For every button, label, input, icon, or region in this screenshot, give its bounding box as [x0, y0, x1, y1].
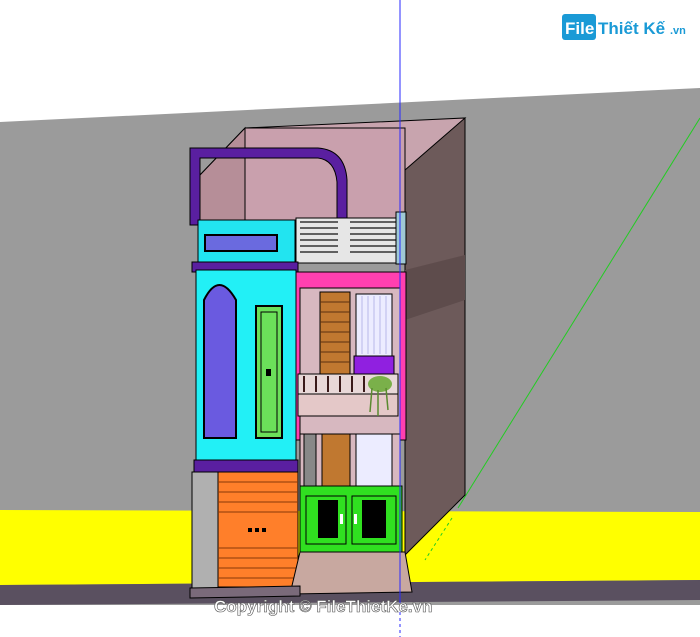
balcony-slab — [297, 393, 399, 417]
logo-main: Thiết Kế — [598, 19, 666, 38]
lower-column — [303, 433, 317, 489]
panel-vent-dots — [248, 528, 266, 532]
arched-window — [203, 284, 237, 439]
rear-wall-upper — [244, 127, 406, 233]
logo-prefix: File — [565, 19, 594, 38]
ground-left-column — [191, 471, 219, 593]
sketchup-viewport[interactable]: File Thiết Kế .vn Copyright © FileThietK… — [0, 0, 700, 637]
front-porch — [289, 551, 413, 595]
door-handle — [266, 369, 271, 376]
lower-wooden-door — [321, 433, 351, 489]
top-railing-post — [395, 211, 407, 265]
top-window-strip — [204, 234, 278, 252]
3d-model-canvas[interactable]: File Thiết Kế .vn Copyright © FileThietK… — [0, 0, 700, 637]
logo-suffix: .vn — [670, 25, 686, 37]
cyan-block-base — [193, 459, 299, 473]
gate-right-opening — [362, 500, 386, 538]
gate-right-handle — [354, 514, 357, 524]
gate-left-handle — [340, 514, 343, 524]
gate-left-opening — [318, 500, 338, 538]
purple-sill — [353, 355, 395, 375]
building-side-wall — [404, 117, 466, 557]
copyright-watermark: Copyright © FileThietKe.vn — [214, 597, 432, 616]
lower-curtain-window — [355, 433, 393, 489]
